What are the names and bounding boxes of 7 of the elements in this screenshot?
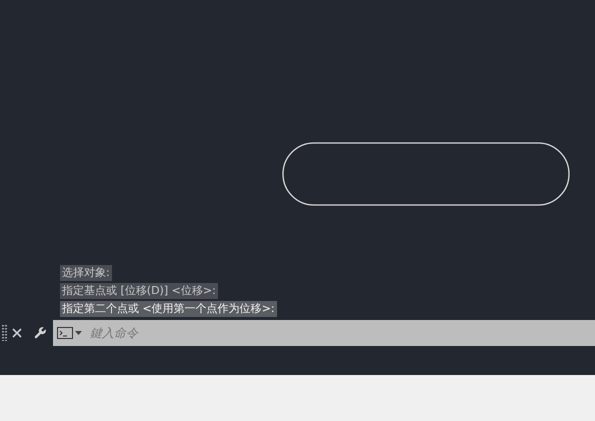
caret-icon[interactable]: [75, 330, 82, 336]
terminal-icon[interactable]: [57, 327, 73, 339]
grip-icon[interactable]: [2, 325, 7, 341]
wrench-icon[interactable]: [33, 326, 47, 340]
command-line-field[interactable]: 鍵入命令: [53, 320, 595, 346]
command-input[interactable]: 鍵入命令: [90, 324, 595, 342]
close-icon[interactable]: [12, 328, 22, 338]
